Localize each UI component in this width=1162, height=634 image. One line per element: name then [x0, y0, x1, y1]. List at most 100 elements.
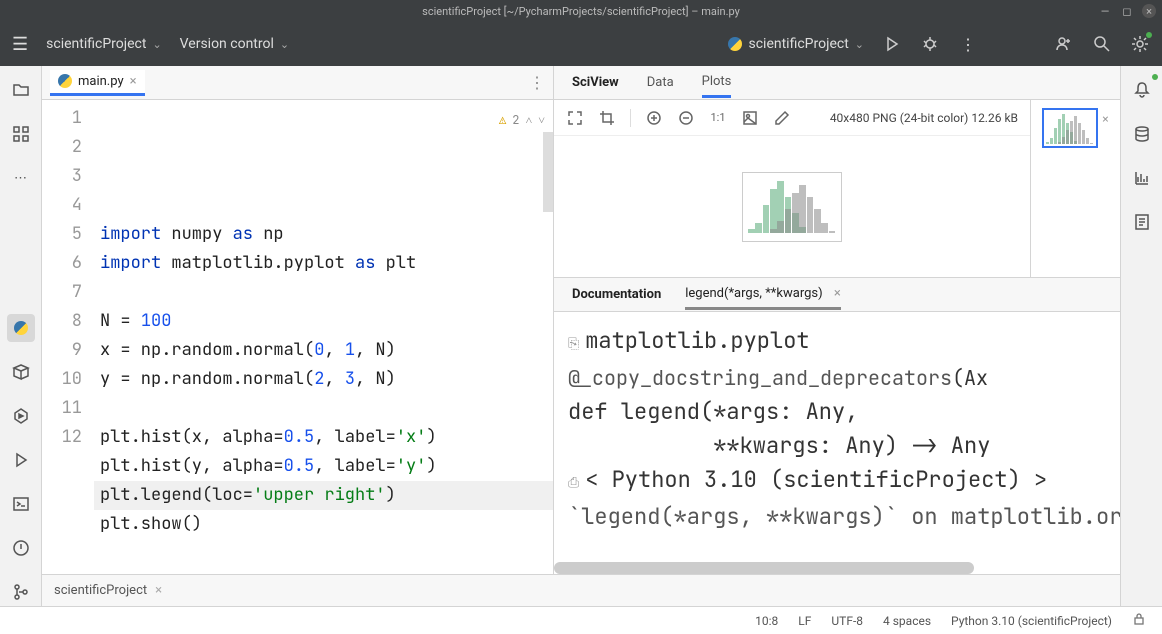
crop-button[interactable]	[598, 109, 616, 127]
plots-toolbar: 1:1 40x480 PNG (24-bit color) 12.26 kB	[554, 100, 1030, 136]
editor-gutter: 123456789101112	[42, 100, 94, 574]
editor-tabs-more-button[interactable]: ⋮	[529, 73, 545, 92]
doc-decorator: @_copy_docstring_and_deprecators	[568, 365, 952, 391]
sciview-pane: SciView Data Plots 1:1	[554, 66, 1120, 574]
main-toolbar: ☰ scientificProject ⌄ Version control ⌄ …	[0, 22, 1162, 66]
notifications-tool-button[interactable]	[1128, 76, 1156, 104]
prev-highlight-button[interactable]: ˄	[525, 106, 532, 135]
run-tool-button[interactable]	[7, 446, 35, 474]
editor-inspections-widget[interactable]: ⚠ 2 ˄ ˅	[499, 106, 545, 135]
plot-info-label: 40x480 PNG (24-bit color) 12.26 kB	[830, 111, 1018, 125]
plot-thumbnail[interactable]	[1042, 108, 1098, 148]
plot-thumbnails: ×	[1030, 100, 1120, 277]
problems-tool-button[interactable]	[7, 534, 35, 562]
file-encoding[interactable]: UTF-8	[831, 614, 863, 628]
histogram-image	[742, 172, 842, 242]
editor-scrollbar[interactable]	[543, 132, 553, 212]
run-button[interactable]	[882, 34, 902, 54]
zoom-in-button[interactable]	[645, 109, 663, 127]
tab-sciview[interactable]: SciView	[572, 75, 619, 90]
close-breadcrumb-button[interactable]: ×	[155, 583, 162, 598]
editor-tab-main[interactable]: main.py ×	[50, 70, 145, 96]
code-with-me-button[interactable]	[1054, 34, 1074, 54]
plot-preview[interactable]	[554, 136, 1030, 277]
doc-external-link[interactable]: `legend(*args, **kwargs)` on matplotlib.…	[568, 502, 1120, 531]
documentation-body[interactable]: ⎘ matplotlib.pyplot @_copy_docstring_and_…	[554, 312, 1120, 574]
services-tool-button[interactable]	[7, 402, 35, 430]
window-titlebar: scientificProject [~/PycharmProjects/sci…	[0, 0, 1162, 22]
documentation-tabs: Documentation legend(*args, **kwargs) ×	[554, 278, 1120, 312]
more-actions-button[interactable]: ⋮	[958, 34, 978, 54]
vcs-menu[interactable]: Version control ⌄	[180, 36, 289, 52]
documentation-tool-button[interactable]	[1128, 208, 1156, 236]
sciview-tool-button[interactable]	[1128, 164, 1156, 192]
close-doc-tab-button[interactable]: ×	[834, 286, 841, 301]
vcs-label: Version control	[180, 36, 274, 52]
python-file-icon	[58, 74, 72, 88]
breadcrumb-bar: scientificProject ×	[42, 574, 1120, 606]
fit-content-button[interactable]	[566, 109, 584, 127]
right-tool-stripe	[1120, 66, 1162, 606]
doc-horizontal-scrollbar[interactable]	[554, 562, 974, 574]
module-icon: ⎘	[568, 335, 579, 353]
python-icon	[728, 37, 742, 51]
notification-badge-icon	[1152, 74, 1158, 80]
project-name-label: scientificProject	[46, 36, 146, 52]
window-maximize-button[interactable]: ◻	[1120, 4, 1134, 18]
debug-button[interactable]	[920, 34, 940, 54]
tab-documentation[interactable]: Documentation	[572, 287, 661, 302]
tab-data[interactable]: Data	[647, 75, 674, 90]
chevron-down-icon: ⌄	[152, 38, 161, 51]
doc-env: < Python 3.10 (scientificProject) >	[585, 465, 1047, 494]
tab-plots[interactable]: Plots	[702, 74, 732, 98]
doc-signature-line1: def legend(*args: Any,	[568, 397, 858, 426]
python-packages-tool-button[interactable]	[7, 358, 35, 386]
env-icon: ⎙	[568, 474, 579, 492]
terminal-tool-button[interactable]	[7, 490, 35, 518]
sciview-tabs: SciView Data Plots	[554, 66, 1120, 100]
editor-tab-label: main.py	[78, 74, 124, 89]
doc-module: matplotlib.pyplot	[585, 326, 809, 355]
project-tool-button[interactable]	[7, 76, 35, 104]
close-thumbnail-button[interactable]: ×	[1102, 112, 1108, 126]
structure-tool-button[interactable]	[7, 120, 35, 148]
zoom-out-button[interactable]	[677, 109, 695, 127]
window-title: scientificProject [~/PycharmProjects/sci…	[422, 5, 740, 18]
run-config-label: scientificProject	[748, 36, 848, 52]
run-config-selector[interactable]: scientificProject ⌄	[728, 36, 864, 52]
interpreter-selector[interactable]: Python 3.10 (scientificProject)	[951, 614, 1112, 628]
tab-legend-doc[interactable]: legend(*args, **kwargs) ×	[685, 286, 841, 310]
plots-area: 1:1 40x480 PNG (24-bit color) 12.26 kB	[554, 100, 1120, 278]
settings-button[interactable]	[1130, 34, 1150, 54]
line-separator[interactable]: LF	[798, 614, 811, 628]
chevron-down-icon: ⌄	[280, 38, 289, 51]
caret-position[interactable]: 10:8	[755, 614, 778, 628]
chevron-down-icon: ⌄	[855, 38, 864, 51]
vcs-tool-button[interactable]	[7, 578, 35, 606]
left-tool-stripe: ⋯	[0, 66, 42, 606]
window-close-button[interactable]: ×	[1142, 4, 1156, 18]
doc-signature-line2: **kwargs: Any) -> Any	[568, 431, 990, 460]
warning-count: 2	[512, 106, 519, 135]
indent-setting[interactable]: 4 spaces	[883, 614, 931, 628]
save-image-button[interactable]	[741, 109, 759, 127]
more-tools-button[interactable]: ⋯	[7, 164, 35, 192]
lock-icon[interactable]	[1132, 612, 1146, 629]
project-selector[interactable]: scientificProject ⌄	[46, 36, 162, 52]
code-editor[interactable]: 123456789101112 ⚠ 2 ˄ ˅ import numpy as …	[42, 100, 553, 574]
python-console-tool-button[interactable]	[7, 314, 35, 342]
code-area[interactable]: ⚠ 2 ˄ ˅ import numpy as npimport matplot…	[94, 100, 553, 574]
next-highlight-button[interactable]: ˅	[538, 106, 545, 135]
warning-icon: ⚠	[499, 106, 506, 135]
edit-button[interactable]	[773, 109, 791, 127]
breadcrumb[interactable]: scientificProject ×	[54, 583, 162, 598]
main-menu-button[interactable]: ☰	[12, 34, 28, 55]
actual-size-button[interactable]: 1:1	[709, 109, 727, 127]
status-bar: 10:8 LF UTF-8 4 spaces Python 3.10 (scie…	[0, 606, 1162, 634]
settings-badge-icon	[1146, 32, 1152, 38]
close-tab-button[interactable]: ×	[130, 74, 137, 89]
database-tool-button[interactable]	[1128, 120, 1156, 148]
window-minimize-button[interactable]: —	[1098, 4, 1112, 18]
search-everywhere-button[interactable]	[1092, 34, 1112, 54]
editor-pane: main.py × ⋮ 123456789101112 ⚠ 2 ˄ ˅	[42, 66, 554, 574]
